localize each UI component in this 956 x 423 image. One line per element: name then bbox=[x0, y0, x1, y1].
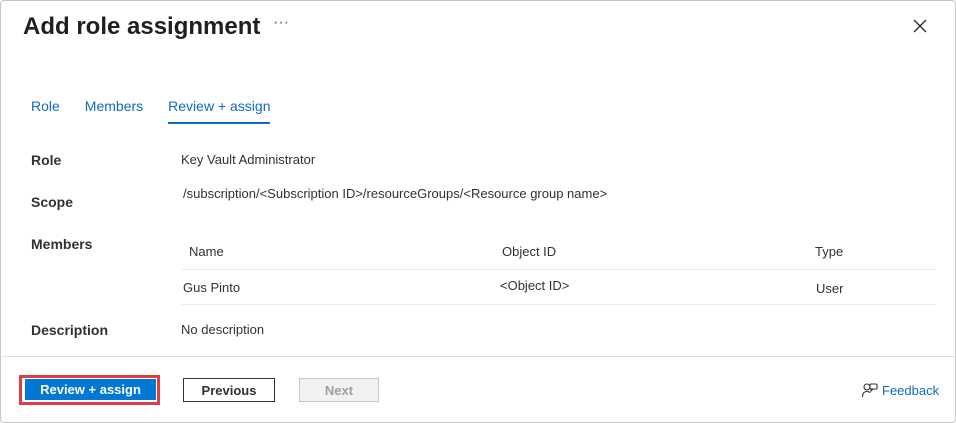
tab-members[interactable]: Members bbox=[85, 97, 143, 124]
footer-divider bbox=[2, 356, 956, 357]
next-button[interactable]: Next bbox=[299, 378, 379, 402]
table-divider bbox=[181, 304, 936, 305]
role-assignment-panel: Add role assignment ··· Role Members Rev… bbox=[0, 0, 956, 423]
column-header-name: Name bbox=[189, 244, 224, 259]
feedback-icon bbox=[861, 383, 878, 398]
column-header-type: Type bbox=[815, 244, 844, 259]
tab-role[interactable]: Role bbox=[31, 97, 60, 124]
member-name: Gus Pinto bbox=[183, 280, 241, 295]
review-assign-button[interactable]: Review + assign bbox=[25, 379, 156, 400]
page-title: Add role assignment bbox=[23, 13, 261, 40]
description-value: No description bbox=[181, 322, 265, 337]
scope-value: /subscription/<Subscription ID>/resource… bbox=[183, 186, 608, 201]
member-object-id: <Object ID> bbox=[500, 278, 570, 293]
feedback-label: Feedback bbox=[882, 383, 940, 398]
close-icon[interactable] bbox=[910, 16, 930, 36]
scope-label: Scope bbox=[31, 194, 74, 210]
member-type: User bbox=[816, 281, 844, 296]
tab-list: Role Members Review + assign bbox=[31, 97, 295, 124]
members-label: Members bbox=[31, 236, 93, 252]
feedback-link[interactable]: Feedback bbox=[861, 382, 939, 399]
description-label: Description bbox=[31, 322, 109, 338]
previous-button[interactable]: Previous bbox=[183, 378, 275, 402]
column-header-object-id: Object ID bbox=[502, 244, 557, 259]
role-value: Key Vault Administrator bbox=[181, 152, 316, 167]
tab-review-assign[interactable]: Review + assign bbox=[168, 97, 271, 124]
more-options-icon[interactable]: ··· bbox=[273, 14, 289, 32]
table-divider bbox=[181, 269, 936, 270]
role-label: Role bbox=[31, 152, 62, 168]
